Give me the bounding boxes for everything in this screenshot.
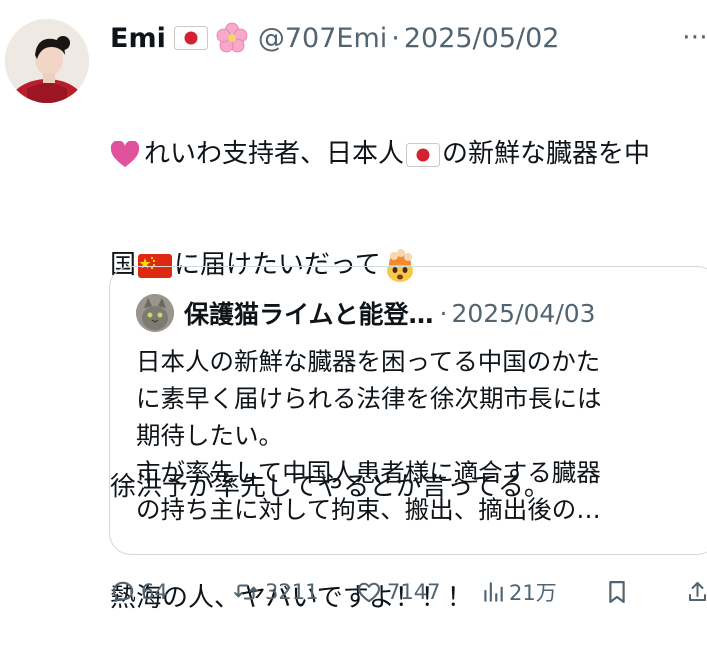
bookmark-button[interactable] bbox=[606, 574, 628, 610]
cherry-blossom-icon bbox=[216, 22, 248, 54]
repost-count: 3211 bbox=[265, 580, 319, 604]
tweet-line: れいわ支持者、日本人 の新鮮な臓器を中 bbox=[110, 136, 700, 173]
quoted-tweet-header: 保護猫ライムと能登… · 2025/04/03 bbox=[136, 293, 596, 333]
heart-emoji-icon bbox=[110, 140, 140, 169]
quoted-tweet-date[interactable]: 2025/04/03 bbox=[451, 299, 595, 328]
reply-button[interactable]: 64 bbox=[110, 574, 168, 610]
author-handle[interactable]: @707Emi bbox=[258, 23, 387, 54]
quoted-line: の持ち主に対して拘束、搬出、摘出後の… bbox=[136, 495, 601, 524]
tweet-header: Emi @707Emi · 2025/05/02 bbox=[110, 18, 559, 58]
author-name[interactable]: Emi bbox=[110, 23, 166, 54]
separator-dot: · bbox=[439, 298, 448, 328]
like-count: 7147 bbox=[387, 580, 441, 604]
share-button[interactable] bbox=[688, 574, 707, 610]
quoted-tweet-body: 日本人の新鮮な臓器を困ってる中国のかた に素早く届けられる法律を徐次期市長には … bbox=[136, 343, 706, 528]
action-bar: 64 3211 7147 21万 bbox=[110, 574, 707, 610]
reply-count: 64 bbox=[141, 580, 168, 604]
share-icon bbox=[689, 582, 706, 601]
japan-flag-icon bbox=[173, 26, 208, 50]
quoted-tweet[interactable]: 保護猫ライムと能登… · 2025/04/03 日本人の新鮮な臓器を困ってる中国… bbox=[109, 266, 707, 555]
quoted-line: 市が率先して中国人患者様に適合する臓器 bbox=[136, 458, 601, 487]
heart-icon bbox=[358, 582, 380, 603]
quoted-line: 期待したい。 bbox=[136, 421, 283, 450]
japan-flag-icon bbox=[406, 142, 441, 167]
more-options-icon[interactable]: ⋯ bbox=[682, 20, 707, 54]
quoted-line: に素早く届けられる法律を徐次期市長には bbox=[136, 384, 602, 413]
views-icon bbox=[484, 582, 503, 602]
like-button[interactable]: 7147 bbox=[356, 574, 440, 610]
tweet-text: の新鮮な臓器を中 bbox=[442, 139, 651, 169]
tweet-text: れいわ支持者、日本人 bbox=[144, 139, 405, 169]
repost-icon bbox=[234, 584, 258, 600]
views-count: 21万 bbox=[509, 581, 557, 605]
author-avatar[interactable] bbox=[5, 19, 89, 103]
bookmark-icon bbox=[609, 580, 625, 603]
quoted-author-avatar[interactable] bbox=[136, 294, 174, 332]
views-button[interactable]: 21万 bbox=[482, 574, 557, 610]
separator-dot: · bbox=[391, 22, 400, 54]
quoted-author-name[interactable]: 保護猫ライムと能登… bbox=[184, 295, 434, 331]
quoted-line: 日本人の新鮮な臓器を困ってる中国のかた bbox=[136, 347, 601, 376]
repost-button[interactable]: 3211 bbox=[232, 574, 318, 610]
reply-icon bbox=[112, 581, 134, 602]
tweet-date[interactable]: 2025/05/02 bbox=[404, 23, 560, 54]
